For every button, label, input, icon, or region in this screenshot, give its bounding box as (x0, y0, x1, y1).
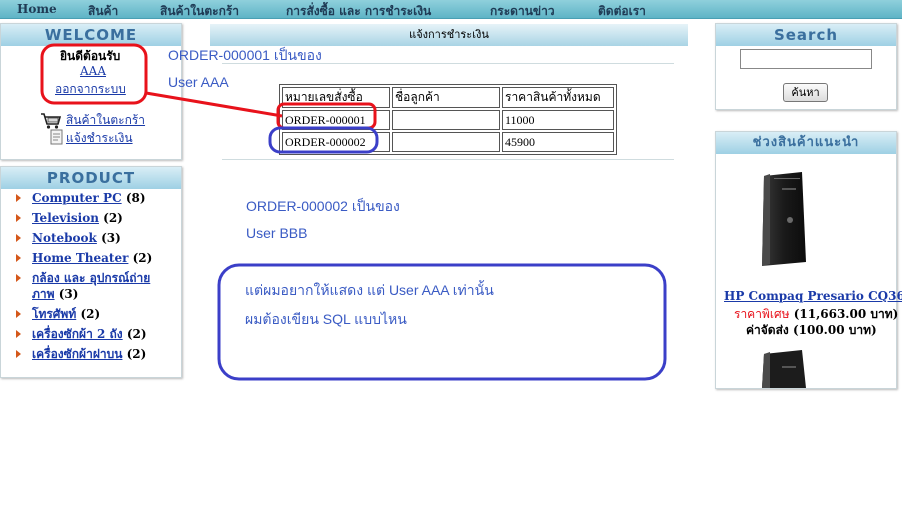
highlight-user-circle (40, 43, 148, 105)
highlight-order2-box (268, 126, 379, 154)
annotation-overlay (40, 43, 667, 381)
question-callout-box (217, 263, 667, 381)
annotation-connector-line (145, 91, 283, 118)
highlight-order1-box (276, 102, 377, 130)
